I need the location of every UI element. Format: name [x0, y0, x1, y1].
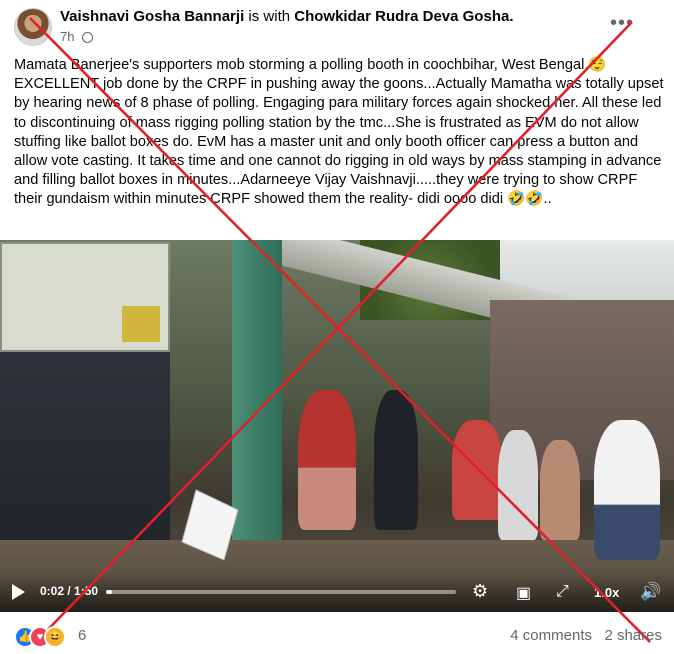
post-footer: 👍 ♥ 😆 6 4 comments 2 shares [0, 616, 674, 654]
white-flag-icon [181, 489, 239, 561]
with-text: is with [248, 8, 291, 25]
settings-icon[interactable]: ⚙ [472, 581, 488, 602]
miniplayer-icon[interactable]: ▣ [516, 583, 531, 603]
globe-icon [82, 32, 94, 43]
shares-count[interactable]: 2 shares [604, 627, 662, 644]
play-icon[interactable] [12, 584, 25, 600]
haha-icon: 😆 [44, 626, 66, 648]
playback-speed[interactable]: 1.0x [594, 585, 619, 600]
video-scene-person [374, 390, 418, 530]
video-progress-bar[interactable] [106, 590, 456, 594]
video-progress-fill [106, 590, 113, 594]
more-options-icon[interactable]: ••• [610, 12, 634, 35]
author-avatar[interactable] [14, 8, 52, 46]
post-text: Mamata Banerjee's supporters mob stormin… [14, 57, 664, 208]
video-scene-person [298, 390, 356, 530]
author-name[interactable]: Vaishnavi Gosha Bannarji [60, 8, 244, 25]
video-scene-person [540, 440, 580, 540]
comments-count[interactable]: 4 comments [510, 627, 592, 644]
post-time[interactable]: 7h [60, 29, 74, 44]
post-header: Vaishnavi Gosha Bannarji is with Chowkid… [14, 6, 634, 46]
video-scene-person [594, 420, 660, 560]
video-time: 0:02 / 1:50 [40, 584, 99, 598]
fullscreen-icon[interactable]: ⤢ [556, 583, 569, 601]
reaction-count[interactable]: 6 [78, 627, 86, 644]
video-scene-person [452, 420, 502, 520]
volume-icon[interactable]: 🔊 [640, 582, 661, 602]
video-scene-person [498, 430, 538, 540]
video-controls: 0:02 / 1:50 ⚙ ▣ ⤢ 1.0x 🔊 [0, 572, 674, 612]
tagged-name[interactable]: Chowkidar Rudra Deva Gosha. [294, 8, 513, 25]
video-player[interactable]: 0:02 / 1:50 ⚙ ▣ ⤢ 1.0x 🔊 [0, 240, 674, 612]
post-header-line: Vaishnavi Gosha Bannarji is with Chowkid… [60, 8, 514, 25]
post-meta: 7h [60, 29, 94, 44]
video-scene-sign-panel [122, 306, 160, 342]
